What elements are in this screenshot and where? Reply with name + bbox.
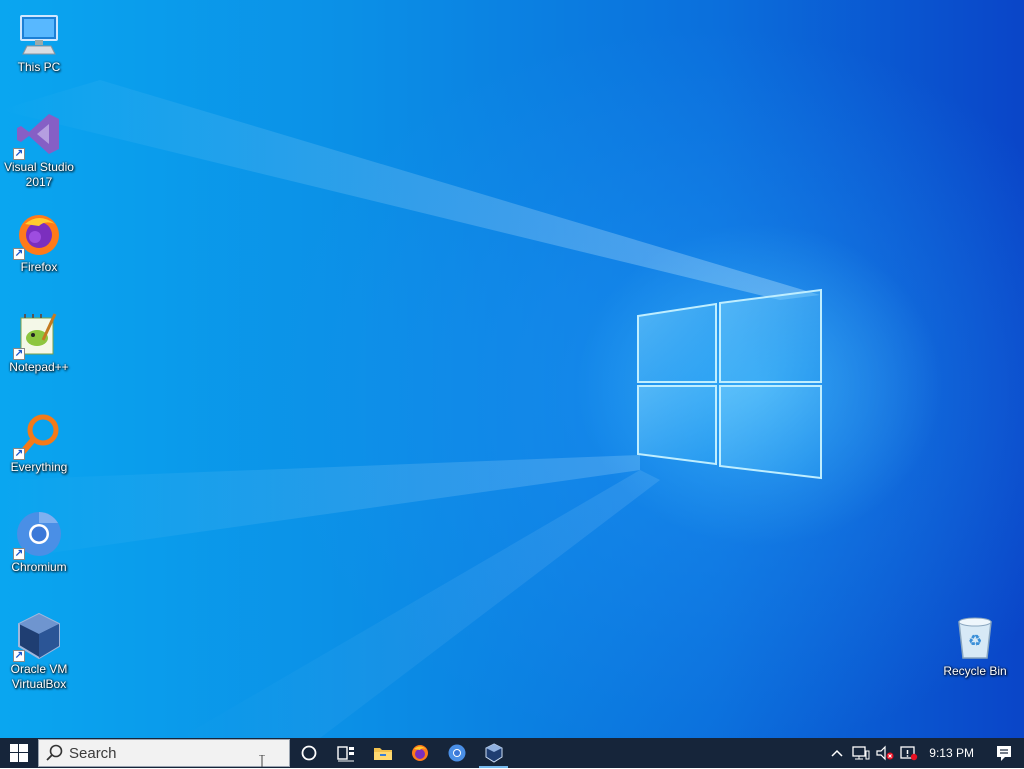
- system-tray: 9:13 PM: [825, 738, 1024, 768]
- desktop: This PC ↗ Visual Studio 2017 ↗ Firefox ↗…: [0, 0, 1024, 738]
- file-explorer-icon: [373, 748, 392, 760]
- taskbar-firefox[interactable]: [401, 738, 438, 768]
- text-cursor-icon: [259, 755, 265, 767]
- desktop-icon-label: Chromium: [11, 560, 67, 574]
- search-icon: [39, 740, 69, 766]
- action-center-button[interactable]: [984, 738, 1024, 768]
- taskbar-chromium[interactable]: [438, 738, 475, 768]
- cortana-button[interactable]: [290, 738, 327, 768]
- shortcut-arrow-icon: ↗: [13, 448, 25, 460]
- task-view-icon: [336, 746, 354, 762]
- desktop-icon-notepadpp[interactable]: ↗ Notepad++: [2, 306, 76, 398]
- alert-icon: [900, 746, 918, 761]
- firefox-icon: ↗: [13, 210, 63, 260]
- recycle-bin-icon: ♻: [951, 614, 999, 662]
- taskbar-file-explorer[interactable]: [364, 738, 401, 768]
- chromium-icon: [448, 744, 465, 762]
- taskbar-clock[interactable]: 9:13 PM: [921, 746, 984, 760]
- desktop-icon-everything[interactable]: ↗ Everything: [2, 406, 76, 498]
- taskbar: Search 9:13 PM: [0, 738, 1024, 768]
- desktop-icon-label: Recycle Bin: [943, 664, 1007, 678]
- shortcut-arrow-icon: ↗: [13, 148, 25, 160]
- chevron-up-icon: [831, 749, 843, 757]
- desktop-icon-visual-studio[interactable]: ↗ Visual Studio 2017: [2, 106, 76, 198]
- desktop-icon-label: Everything: [10, 460, 68, 474]
- computer-icon: [15, 10, 63, 58]
- visual-studio-icon: ↗: [13, 110, 63, 160]
- svg-text:♻: ♻: [968, 631, 982, 650]
- desktop-icon-label: Oracle VM VirtualBox: [10, 662, 68, 691]
- start-button[interactable]: [0, 738, 38, 768]
- desktop-icon-label: Visual Studio 2017: [4, 160, 74, 189]
- desktop-icon-virtualbox[interactable]: ↗ Oracle VM VirtualBox: [2, 608, 76, 700]
- show-hidden-icons-button[interactable]: [825, 738, 849, 768]
- desktop-icon-label: Firefox: [20, 260, 58, 274]
- desktop-icon-this-pc[interactable]: This PC: [2, 6, 76, 98]
- network-button[interactable]: [849, 738, 873, 768]
- cortana-icon: [301, 745, 316, 761]
- task-view-button[interactable]: [327, 738, 364, 768]
- notepadpp-icon: ↗: [13, 310, 63, 360]
- virtualbox-icon: ↗: [13, 612, 63, 662]
- volume-muted-icon: [876, 745, 894, 761]
- shortcut-arrow-icon: ↗: [13, 650, 25, 662]
- desktop-icon-recycle-bin[interactable]: ♻ Recycle Bin: [938, 610, 1012, 702]
- volume-button[interactable]: [873, 738, 897, 768]
- network-icon: [852, 746, 870, 760]
- windows-logo-wallpaper: [637, 288, 822, 480]
- wallpaper-light-beams: [0, 80, 820, 738]
- notification-icon: [997, 746, 1011, 761]
- search-placeholder: Search: [69, 744, 117, 762]
- desktop-icon-label: This PC: [17, 60, 61, 74]
- windows-start-icon: [10, 744, 28, 762]
- shortcut-arrow-icon: ↗: [13, 248, 25, 260]
- everything-search-icon: ↗: [13, 410, 63, 460]
- alert-button[interactable]: [897, 738, 921, 768]
- chromium-icon: ↗: [13, 510, 63, 560]
- shortcut-arrow-icon: ↗: [13, 548, 25, 560]
- shortcut-arrow-icon: ↗: [13, 348, 25, 360]
- desktop-icon-firefox[interactable]: ↗ Firefox: [2, 206, 76, 298]
- virtualbox-icon: [485, 743, 502, 763]
- taskbar-virtualbox[interactable]: [475, 738, 512, 768]
- firefox-icon: [411, 745, 428, 761]
- desktop-icon-label: Notepad++: [9, 360, 69, 374]
- search-box[interactable]: Search: [38, 739, 290, 767]
- desktop-icon-chromium[interactable]: ↗ Chromium: [2, 506, 76, 598]
